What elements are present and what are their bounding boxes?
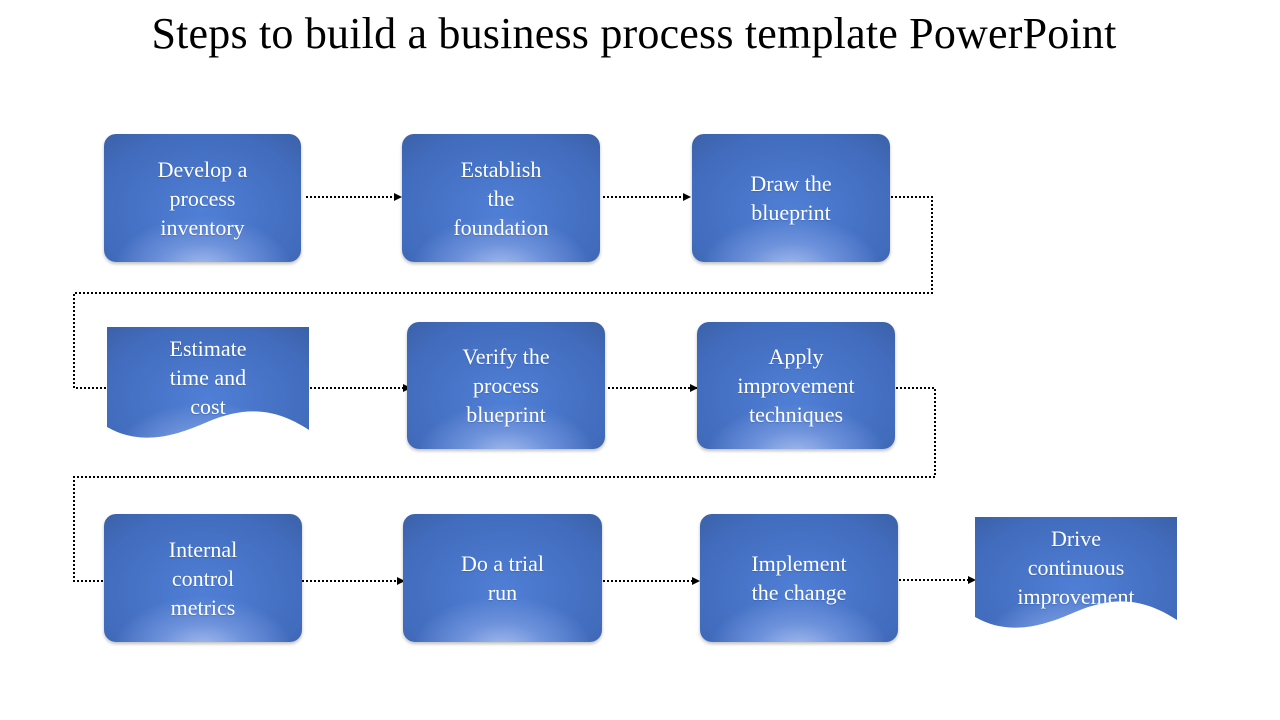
step-label: improvement [1017,583,1135,609]
step-draw-blueprint: Draw the blueprint [692,134,890,262]
step-develop-process-inventory: Develop a process inventory [104,134,301,262]
step-establish-foundation: Establish the foundation [402,134,600,262]
step-label: improvement [737,373,855,398]
step-label: foundation [453,214,549,240]
step-internal-control-metrics: Internal control metrics [104,514,302,642]
step-label: Establish [460,156,542,182]
step-label: control [171,565,235,591]
step-drive-continuous-improvement: Drive continuous improvement [975,517,1177,635]
step-estimate-time-cost: Estimate time and cost [107,327,309,445]
step-label: process [169,185,236,211]
step-label: Do a trial [460,551,545,576]
step-label: the change [751,580,847,605]
step-label: Draw the [750,171,832,196]
step-apply-improvement-techniques: Apply improvement techniques [697,322,895,449]
step-label: metrics [170,594,236,620]
step-label: blueprint [751,200,831,225]
step-label: Estimate [169,335,247,361]
step-do-trial-run: Do a trial run [403,514,602,642]
step-label: the [487,185,515,211]
step-label: process [473,373,539,398]
step-label: blueprint [466,402,546,427]
step-label: cost [190,393,226,419]
step-implement-change: Implement the change [700,514,898,642]
step-label: Drive [1050,525,1102,551]
step-label: Implement [751,551,847,576]
slide-title: Steps to build a business process templa… [151,9,1117,58]
step-label: Verify the [462,344,550,369]
step-label: Apply [768,344,824,369]
step-label: inventory [160,214,245,240]
step-label: time and [169,364,247,390]
step-label: run [487,580,518,605]
step-verify-process-blueprint: Verify the process blueprint [407,322,605,449]
step-label: continuous [1027,554,1125,580]
step-label: Internal [168,536,238,562]
step-label: Develop a [157,156,248,182]
step-label: techniques [748,402,844,427]
